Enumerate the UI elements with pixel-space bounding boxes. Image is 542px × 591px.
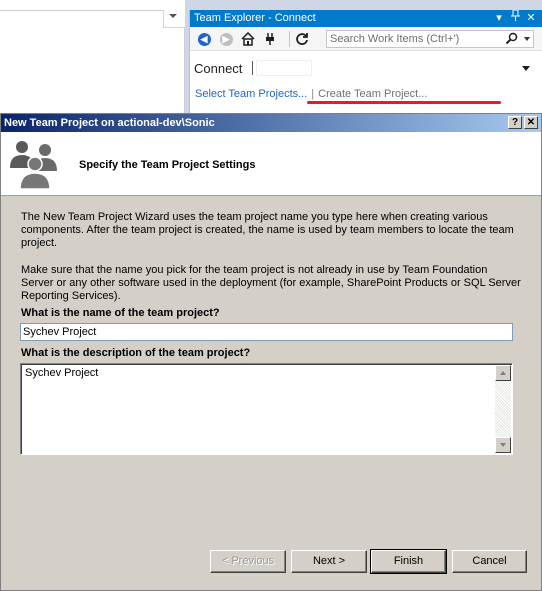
project-description-label: What is the description of the team proj… xyxy=(21,347,251,359)
editor-pane xyxy=(0,10,185,113)
refresh-icon[interactable] xyxy=(294,31,310,47)
scroll-down-button[interactable] xyxy=(495,437,511,453)
team-explorer-titlebar: Team Explorer - Connect ▾ ✕ xyxy=(190,9,542,27)
forward-icon[interactable]: ▶ xyxy=(218,31,234,47)
finish-button[interactable]: Finish xyxy=(370,549,447,574)
search-placeholder: Search Work Items (Ctrl+') xyxy=(330,33,460,45)
search-options-icon[interactable] xyxy=(524,37,530,41)
back-icon[interactable]: ◀ xyxy=(196,31,212,47)
warning-paragraph: Make sure that the name you pick for the… xyxy=(21,264,521,302)
chevron-down-icon xyxy=(169,14,177,18)
search-icon[interactable] xyxy=(505,32,519,46)
page-menu-chevron-icon[interactable] xyxy=(522,66,530,71)
previous-button[interactable]: < Previous xyxy=(210,550,286,573)
editor-top-strip xyxy=(0,0,185,10)
wizard-header: Specify the Team Project Settings xyxy=(1,132,541,196)
plug-icon[interactable] xyxy=(262,31,278,47)
close-button[interactable]: ✕ xyxy=(524,116,538,129)
connect-links: Select Team Projects... | Create Team Proj… xyxy=(195,88,427,100)
help-button[interactable]: ? xyxy=(508,116,522,129)
description-scrollbar[interactable] xyxy=(495,365,511,453)
next-button[interactable]: Next > xyxy=(291,550,367,573)
wizard-step-title: Specify the Team Project Settings xyxy=(79,159,256,171)
search-work-items-input[interactable]: Search Work Items (Ctrl+') xyxy=(326,30,534,48)
close-icon[interactable]: ✕ xyxy=(526,10,536,27)
project-name-input[interactable]: Sychev Project xyxy=(20,323,513,341)
project-description-textarea[interactable]: Sychev Project xyxy=(20,363,513,455)
text-cursor xyxy=(252,61,253,75)
project-description-value: Sychev Project xyxy=(25,367,99,379)
connect-highlight xyxy=(256,60,312,76)
dialog-title: New Team Project on actional-dev\Sonic xyxy=(4,117,215,129)
new-team-project-dialog: New Team Project on actional-dev\Sonic ?… xyxy=(0,113,542,591)
team-explorer-toolbar: ◀ ▶ Search Work Items (Ctrl+') xyxy=(190,27,542,51)
dialog-titlebar: New Team Project on actional-dev\Sonic xyxy=(1,114,541,132)
scroll-track[interactable] xyxy=(495,381,511,437)
project-name-value: Sychev Project xyxy=(23,326,97,338)
team-explorer-title: Team Explorer - Connect xyxy=(194,12,316,24)
arrow-down-icon xyxy=(500,443,506,447)
connect-page-title: Connect xyxy=(194,61,243,76)
toolbar-separator xyxy=(289,31,290,47)
intro-paragraph: The New Team Project Wizard uses the tea… xyxy=(21,211,514,249)
window-position-icon[interactable]: ▾ xyxy=(494,10,504,27)
team-explorer-panel: Team Explorer - Connect ▾ ✕ ◀ ▶ Search W… xyxy=(189,9,542,113)
home-icon[interactable] xyxy=(240,31,256,47)
select-team-projects-link[interactable]: Select Team Projects... xyxy=(195,88,307,100)
team-people-icon xyxy=(7,138,65,190)
link-separator: | xyxy=(311,88,315,100)
editor-dropdown[interactable] xyxy=(163,10,185,28)
cancel-button[interactable]: Cancel xyxy=(452,550,527,573)
arrow-up-icon xyxy=(500,371,506,375)
scroll-up-button[interactable] xyxy=(495,365,511,381)
annotation-underline xyxy=(307,101,501,104)
pin-icon[interactable] xyxy=(510,9,520,27)
create-team-project-link[interactable]: Create Team Project... xyxy=(318,88,427,100)
project-name-label: What is the name of the team project? xyxy=(21,307,220,319)
